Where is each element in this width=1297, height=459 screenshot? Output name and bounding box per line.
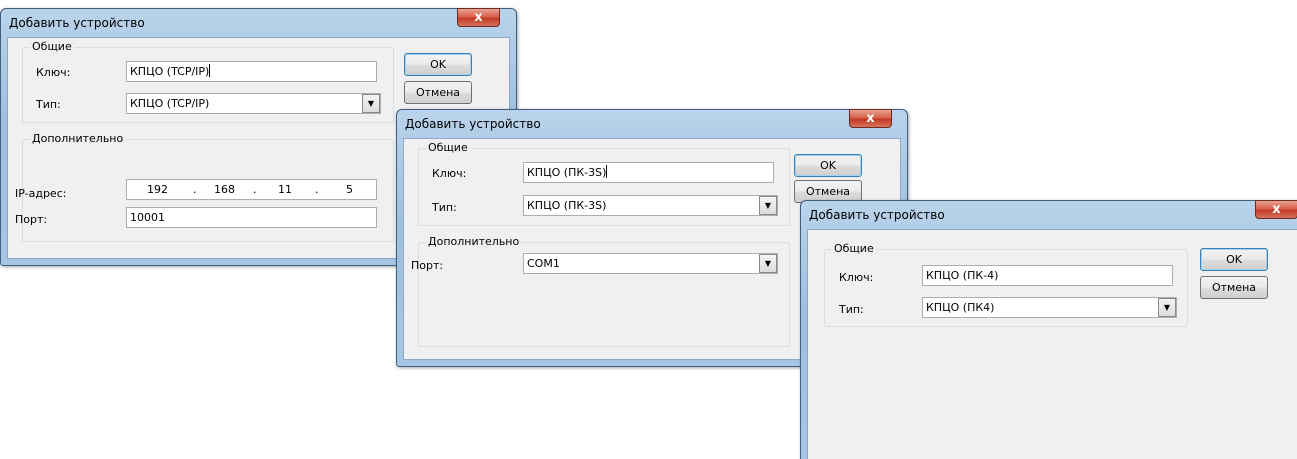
type-select[interactable]: КПЦО (ПК-3S) ▼	[523, 195, 778, 216]
ip-label: IP-адрес:	[15, 187, 67, 200]
group-general-label: Общие	[832, 242, 876, 255]
ip-separator: .	[193, 183, 197, 196]
close-icon: x	[474, 10, 483, 25]
key-input[interactable]: КПЦО (ПК-4)	[922, 265, 1173, 286]
dialog-client-area: Общие Ключ: КПЦО (ПК-4) Тип: КПЦО (ПК4) …	[807, 229, 1297, 459]
key-input[interactable]: КПЦО (ПК-3S)	[523, 162, 774, 183]
text-caret	[606, 165, 608, 178]
group-extra: Дополнительно Порт: COM1 ▼	[411, 235, 790, 347]
close-icon: x	[866, 111, 875, 126]
close-button[interactable]: x	[849, 109, 892, 128]
ip-octet-2[interactable]: 168	[214, 180, 235, 199]
group-general: Общие Ключ: КПЦО (TCP/IP) Тип: КПЦО (TCP…	[22, 40, 394, 123]
close-icon: x	[1272, 202, 1281, 217]
chevron-down-icon[interactable]: ▼	[362, 94, 380, 113]
cancel-button[interactable]: Отмена	[404, 81, 472, 104]
title-bar[interactable]: Добавить устройство x	[403, 109, 901, 138]
group-general: Общие Ключ: КПЦО (ПК-4) Тип: КПЦО (ПК4) …	[824, 242, 1188, 327]
ip-separator: .	[315, 183, 319, 196]
port-label: Порт:	[411, 259, 444, 272]
ok-button[interactable]: OK	[794, 154, 862, 177]
key-label: Ключ:	[432, 167, 467, 180]
ip-separator: .	[253, 183, 257, 196]
dialog-title: Добавить устройство	[405, 117, 541, 131]
dialog-pk-4: Добавить устройство x Общие Ключ: КПЦО (…	[800, 200, 1297, 459]
type-select[interactable]: КПЦО (ПК4) ▼	[922, 297, 1177, 318]
title-bar[interactable]: Добавить устройство x	[7, 8, 510, 37]
chevron-down-icon[interactable]: ▼	[1158, 298, 1176, 317]
ip-address-input[interactable]: 192 . 168 . 11 . 5	[126, 179, 377, 200]
key-label: Ключ:	[839, 271, 874, 284]
port-input[interactable]: 10001	[126, 207, 377, 228]
type-label: Тип:	[432, 201, 457, 214]
ip-octet-1[interactable]: 192	[147, 180, 168, 199]
close-button[interactable]: x	[1255, 200, 1297, 219]
type-label: Тип:	[839, 303, 864, 316]
dialog-title: Добавить устройство	[9, 16, 145, 30]
port-select[interactable]: COM1 ▼	[523, 253, 778, 274]
dialog-title: Добавить устройство	[809, 208, 945, 222]
ip-octet-3[interactable]: 11	[278, 180, 292, 199]
type-label: Тип:	[36, 98, 61, 111]
port-label: Порт:	[15, 213, 48, 226]
group-extra-label: Дополнительно	[30, 132, 126, 145]
key-input[interactable]: КПЦО (TCP/IP)	[126, 61, 377, 82]
type-select[interactable]: КПЦО (TCP/IP) ▼	[126, 93, 381, 114]
chevron-down-icon[interactable]: ▼	[759, 254, 777, 273]
close-button[interactable]: x	[457, 8, 500, 27]
chevron-down-icon[interactable]: ▼	[759, 196, 777, 215]
ip-octet-4[interactable]: 5	[346, 180, 353, 199]
key-label: Ключ:	[36, 66, 71, 79]
group-extra: Дополнительно IP-адрес: 192 . 168 . 11 .…	[15, 132, 394, 242]
title-bar[interactable]: Добавить устройство x	[807, 200, 1297, 229]
ok-button[interactable]: OK	[404, 53, 472, 76]
ok-button[interactable]: OK	[1200, 248, 1268, 271]
text-caret	[209, 64, 211, 77]
group-general-label: Общие	[30, 40, 74, 53]
group-general: Общие Ключ: КПЦО (ПК-3S) Тип: КПЦО (ПК-3…	[418, 141, 790, 226]
group-extra-label: Дополнительно	[426, 235, 522, 248]
cancel-button[interactable]: Отмена	[1200, 276, 1268, 299]
group-general-label: Общие	[426, 141, 470, 154]
